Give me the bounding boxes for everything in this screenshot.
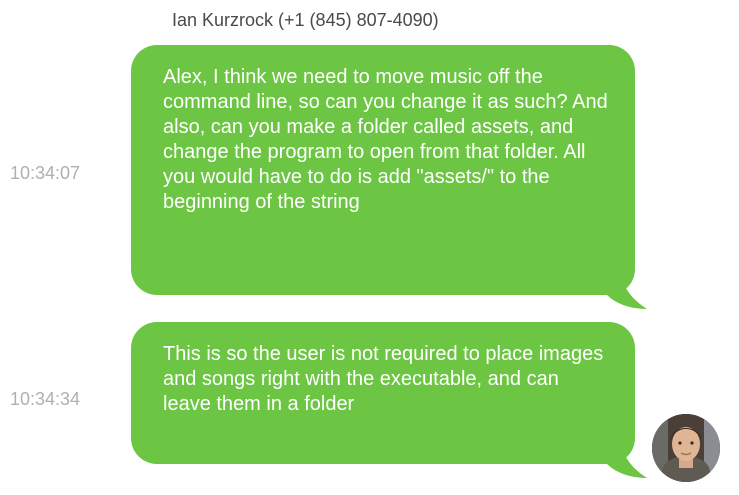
- message-text: Alex, I think we need to move music off …: [131, 45, 635, 295]
- message-timestamp: 10:34:07: [10, 163, 81, 183]
- message-text: This is so the user is not required to p…: [131, 322, 635, 464]
- message-bubble[interactable]: Alex, I think we need to move music off …: [131, 45, 647, 309]
- user-avatar-icon: [652, 414, 720, 482]
- message-timestamp: 10:34:34: [10, 389, 81, 409]
- sender-name: Ian Kurzrock (+1 (845) 807-4090): [172, 10, 439, 30]
- bubble-tail-icon: [607, 438, 647, 478]
- sender-avatar[interactable]: [652, 414, 720, 482]
- bubble-tail-icon: [607, 269, 647, 309]
- message-bubble[interactable]: This is so the user is not required to p…: [131, 322, 647, 478]
- message-thread: Ian Kurzrock (+1 (845) 807-4090) 10:34:0…: [0, 0, 739, 495]
